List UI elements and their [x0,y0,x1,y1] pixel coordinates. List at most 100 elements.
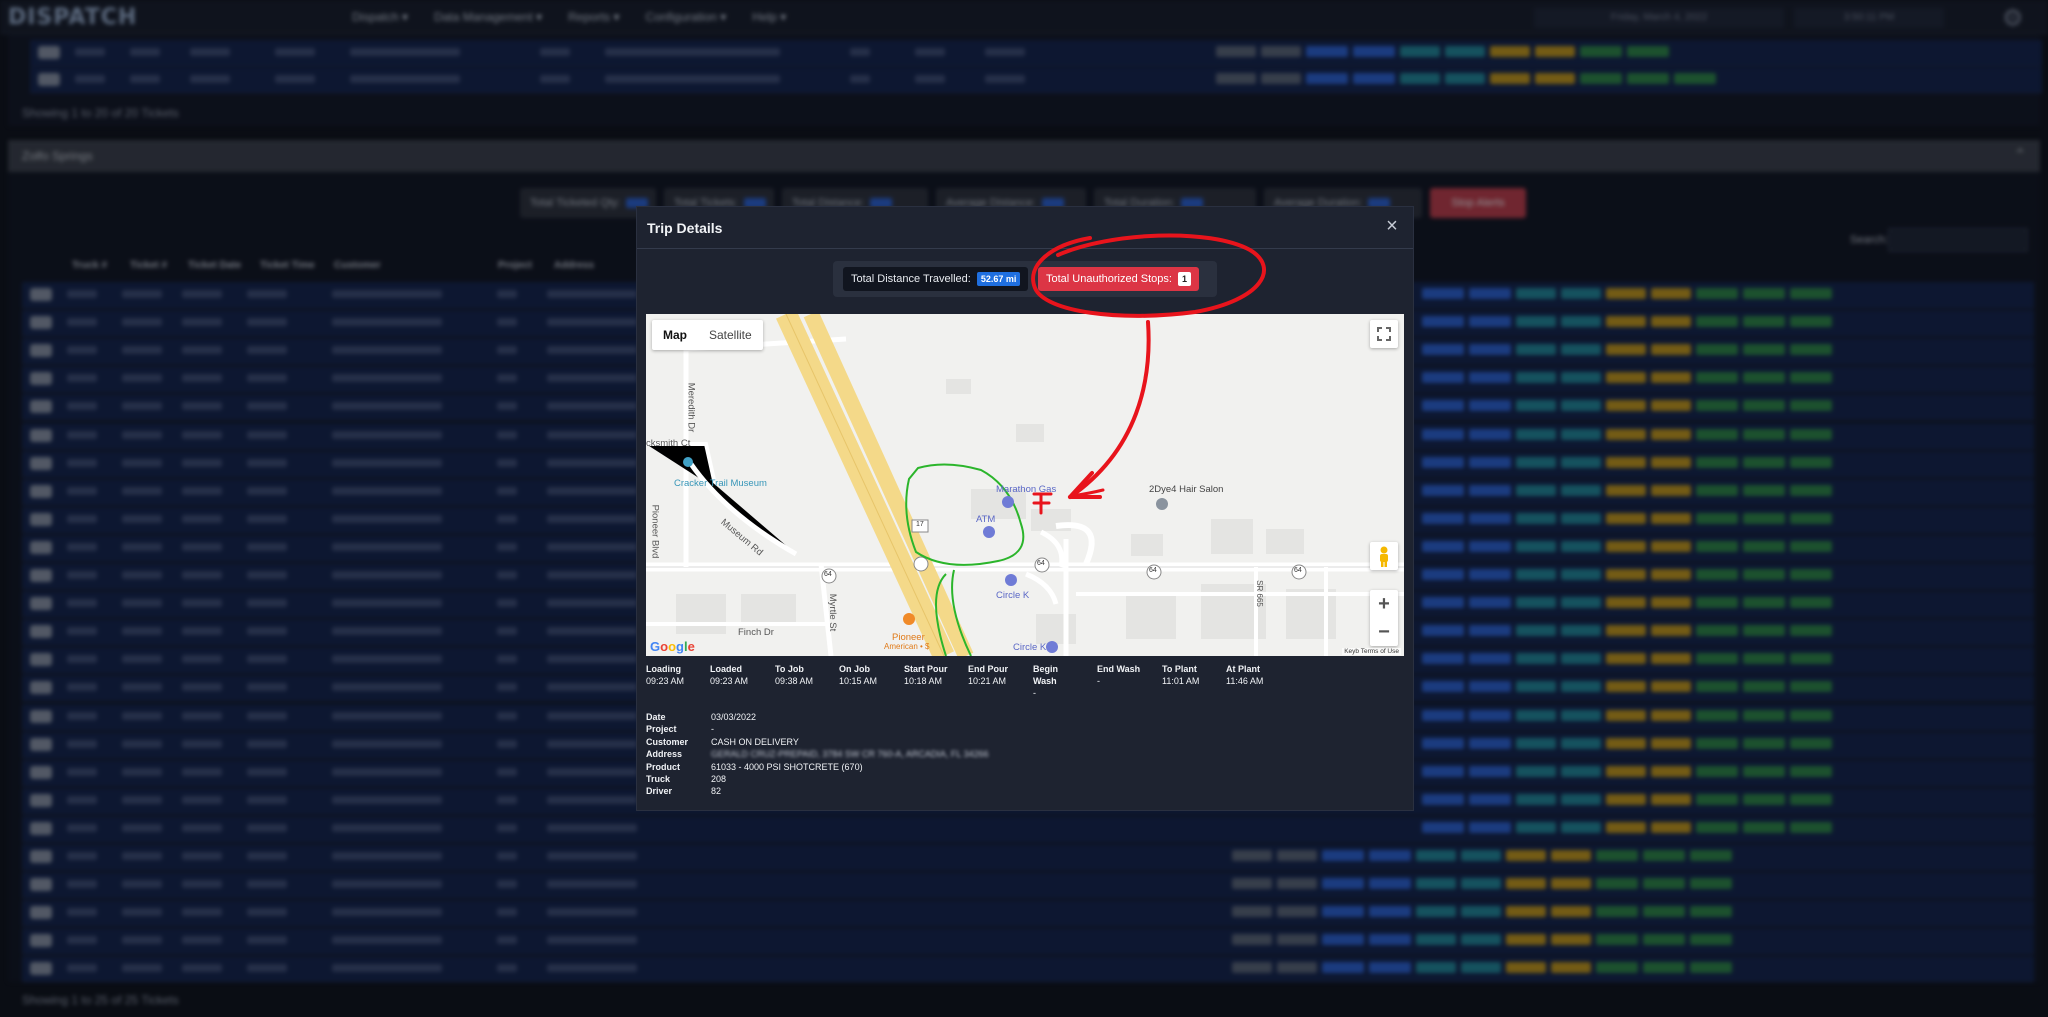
map-label-atm[interactable]: ATM [976,514,995,525]
table-row[interactable] [22,815,2034,842]
truck-icon [30,709,52,723]
table-row[interactable] [30,40,2042,66]
truck-icon [38,73,60,86]
map-label-meredith: Meredith Dr [685,382,697,433]
timeline-begin-wash: Begin Wash - [1033,664,1059,698]
zoom-control: + − [1370,590,1398,646]
map-label-gas[interactable]: Marathon Gas [996,484,1056,495]
pegman-icon[interactable] [1370,542,1398,570]
truck-icon [38,46,60,59]
table-row[interactable] [22,872,2034,899]
timeline-end-pour: End Pour 10:21 AM [968,664,1008,686]
menu-configuration[interactable]: Configuration [646,10,727,24]
chevron-up-icon[interactable]: ⌃ [2014,146,2026,163]
trip-map[interactable]: Cracker Trail Museum Marathon Gas ATM 2D… [646,314,1404,656]
col-customer[interactable]: Customer [334,260,381,271]
detail-product: Product 61033 - 4000 PSI SHOTCRETE (670) [646,761,863,772]
truck-icon [30,512,52,526]
col-ticket-date[interactable]: Ticket Date [188,260,241,271]
trip-stats: Total Distance Travelled: 52.67 mi Total… [833,261,1217,297]
table-row[interactable] [22,900,2034,927]
ticket-panel-top: Showing 1 to 20 of 20 Tickets [8,34,2042,126]
road-shield-17: 17 [916,521,924,528]
map-terms-link[interactable]: Keyb Terms of Use [1342,648,1401,655]
map-label-pioneer-sub: American • $ [884,642,930,651]
timeline-start-pour: Start Pour 10:18 AM [904,664,948,686]
detail-address: Address GERALD CRUZ-PREPAID, 3784 SW CR 7… [646,749,989,760]
menu-help[interactable]: Help [752,10,786,24]
search-label: Search: [1850,234,1888,246]
road-shield-64: 64 [824,571,832,578]
truck-icon [30,765,52,779]
menu-data-management[interactable]: Data Management [434,10,542,24]
col-ticket[interactable]: Ticket # [130,260,167,271]
col-project[interactable]: Project [498,260,532,271]
current-date: Friday, March 4, 2022 [1534,8,1784,28]
timeline-on-job: On Job 10:15 AM [839,664,878,686]
app-logo[interactable]: DISPATCH [8,5,137,30]
table-row[interactable] [22,956,2034,983]
truck-icon [30,906,52,920]
col-ticket-time[interactable]: Ticket Time [260,260,315,271]
map-type-satellite-button[interactable]: Satellite [698,320,763,350]
close-icon[interactable]: × [1381,215,1403,237]
section-title: Zolfo Springs [22,149,93,163]
table-row[interactable] [22,928,2034,955]
section-header[interactable]: Zolfo Springs ⌃ [8,140,2040,172]
map-label-pioneer-blvd: Pioneer Blvd [649,504,661,559]
truck-icon [30,428,52,442]
map-label-circle-k[interactable]: Circle K [996,590,1029,601]
timeline-at-plant: At Plant 11:46 AM [1226,664,1264,686]
menu-dispatch[interactable]: Dispatch [352,10,408,24]
map-label-finch-dr: Finch Dr [738,627,774,638]
menu-reports[interactable]: Reports [568,10,619,24]
map-label-circle-k-2[interactable]: Circle K [1013,642,1046,653]
table-row[interactable] [22,844,2034,870]
map-label-myrtle-st: Myrtle St [827,593,839,632]
stop-alerts-button[interactable]: Stop Alerts [1430,188,1526,218]
truck-icon [30,821,52,835]
map-label-museum[interactable]: Cracker Trail Museum [674,478,767,489]
map-label-salon[interactable]: 2Dye4 Hair Salon [1149,484,1223,495]
total-distance-badge: 52.67 mi [976,272,1021,286]
detail-truck: Truck 208 [646,773,727,784]
truck-icon [30,372,52,386]
search-input[interactable] [1888,228,2028,252]
truck-icon [30,793,52,807]
road-shield-64-east: 64 [1037,560,1045,567]
truck-icon [30,850,52,863]
map-type-map-button[interactable]: Map [652,320,698,350]
detail-date: Date 03/03/2022 [646,712,757,722]
truck-icon [30,484,52,498]
col-address[interactable]: Address [554,260,594,271]
truck-icon [30,878,52,892]
modal-header: Trip Details × [637,207,1413,249]
timeline-to-job: To Job 09:38 AM [775,664,814,686]
zoom-out-button[interactable]: − [1370,618,1398,646]
timeline-loading: Loading 09:23 AM [646,664,685,686]
trip-timeline: Loading 09:23 AM Loaded 09:23 AM To Job 09:… [646,663,1266,703]
truck-icon [30,653,52,667]
detail-customer: Customer CASH ON DELIVERY [646,736,799,747]
detail-project: Project - [646,724,714,735]
map-label-blacksmith: cksmith Ct [646,438,691,449]
truck-icon [30,962,52,976]
top-navbar: DISPATCH Dispatch Data Management Report… [0,0,2048,34]
road-shield-64-edge: 64 [1294,567,1302,574]
trip-details-list: Date 03/03/2022 Project - Customer CASH ON … [646,712,1046,799]
truck-icon [30,456,52,470]
google-logo: Google [650,639,695,654]
table-row[interactable] [30,67,2042,93]
road-shield-64-far: 64 [1149,567,1157,574]
gear-icon[interactable]: ⚙ [2002,4,2024,33]
truck-icon [30,681,52,695]
truck-icon [30,316,52,330]
truck-icon [30,934,52,948]
unauthorized-stops-stat[interactable]: Total Unauthorized Stops: 1 [1038,267,1200,291]
unauthorized-stops-badge: 1 [1178,272,1192,286]
zoom-in-button[interactable]: + [1370,590,1398,618]
timeline-loaded: Loaded 09:23 AM [710,664,749,686]
fullscreen-icon[interactable] [1370,320,1398,348]
map-type-control: Map Satellite [652,320,763,350]
col-truck[interactable]: Truck # [72,260,107,271]
